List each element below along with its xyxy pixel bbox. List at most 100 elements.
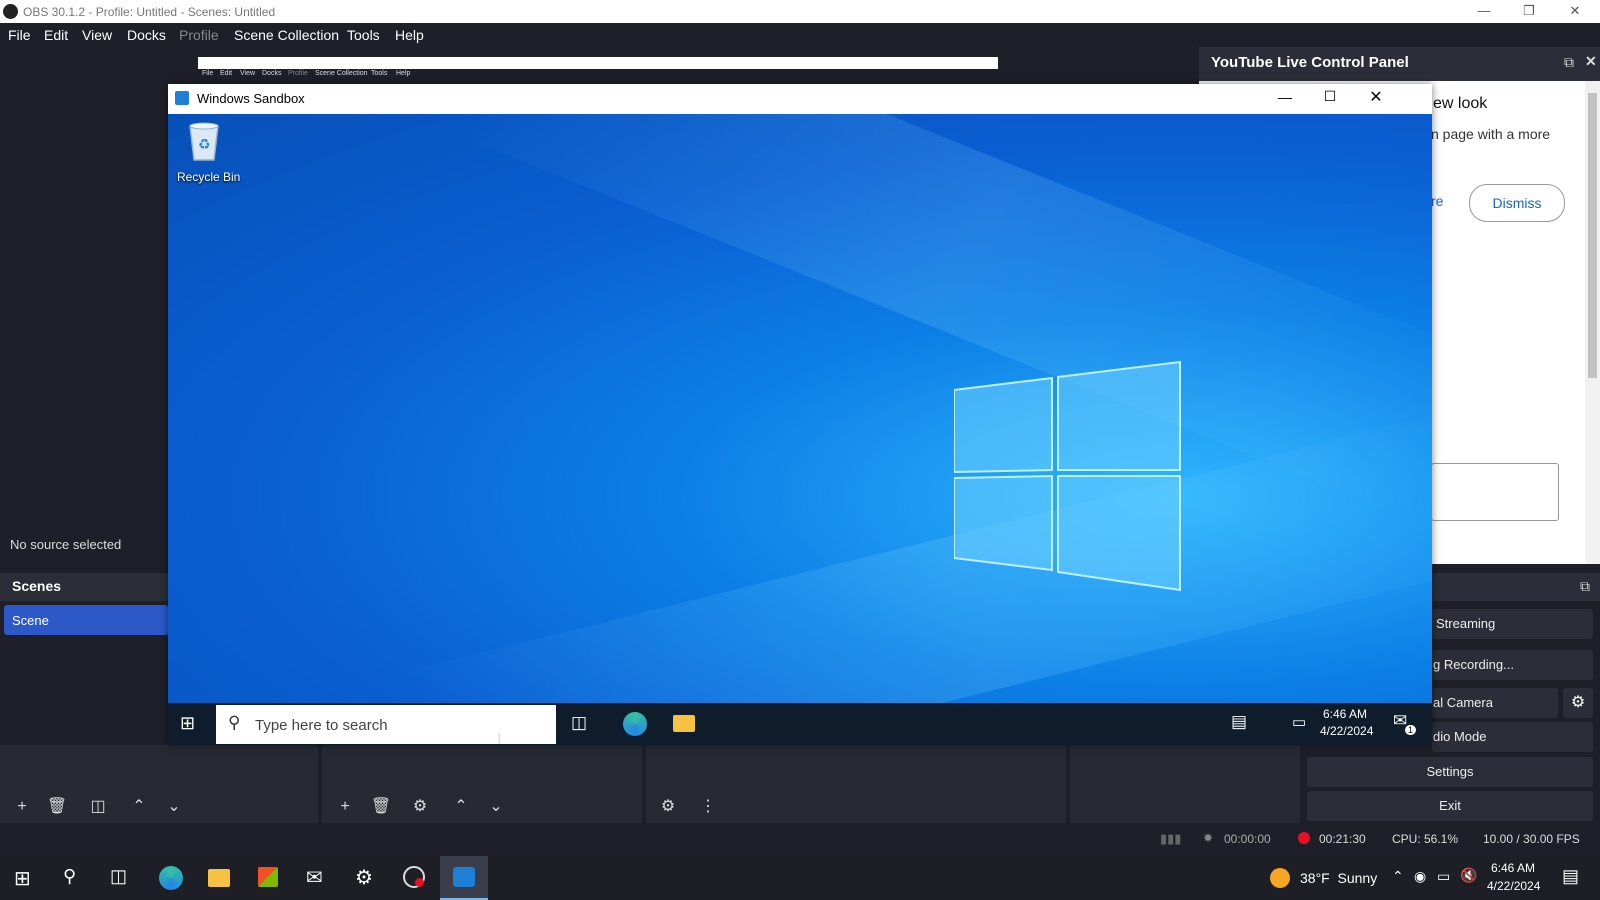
preview-capture-titlebar: [198, 57, 998, 69]
edge-icon[interactable]: [623, 712, 647, 736]
sandbox-taskbar: ⊞ ⚲ Type here to search ◫ ▤ ▭ 6:46 AM 4/…: [168, 703, 1432, 745]
sandbox-minimize-button[interactable]: —: [1270, 89, 1300, 109]
menu-edit[interactable]: Edit: [44, 27, 68, 43]
fps-readout: 10.00 / 30.00 FPS: [1483, 832, 1580, 846]
dismiss-button[interactable]: Dismiss: [1469, 184, 1565, 222]
preview-menu-scene-collection: Scene Collection: [315, 70, 368, 77]
float-dock-icon[interactable]: ⧉: [1564, 54, 1574, 71]
menu-view[interactable]: View: [82, 27, 112, 43]
stream-status-icon: ✸: [1203, 831, 1214, 845]
sandbox-start-icon[interactable]: ⊞: [180, 713, 195, 734]
host-start-icon[interactable]: ⊞: [14, 866, 31, 891]
preview-menu-view: View: [240, 70, 256, 77]
mail-icon[interactable]: ✉: [306, 865, 323, 890]
sandbox-close-button[interactable]: ✕: [1361, 87, 1391, 107]
streaming-label: Streaming: [1436, 616, 1496, 631]
menu-scene-collection[interactable]: Scene Collection: [234, 27, 339, 43]
youtube-learn-more-link[interactable]: re: [1431, 193, 1443, 209]
recording-label: g Recording...: [1433, 657, 1514, 672]
recycle-bin-icon[interactable]: ♻: [185, 120, 223, 162]
close-button[interactable]: ✕: [1555, 2, 1595, 22]
recycle-bin-label[interactable]: Recycle Bin: [177, 170, 240, 184]
sandbox-search-box[interactable]: ⚲ Type here to search: [216, 705, 556, 744]
sandbox-title-bar: Windows Sandbox — ☐ ✕: [168, 84, 1432, 114]
file-explorer-icon[interactable]: [673, 715, 695, 732]
host-task-view-icon[interactable]: ◫: [110, 866, 127, 887]
preview-menu-tools: Tools: [371, 70, 388, 77]
move-scene-up-button[interactable]: ⌃: [124, 794, 154, 820]
host-clock-date[interactable]: 4/22/2024: [1487, 879, 1540, 893]
svg-text:♻: ♻: [198, 137, 211, 153]
scenes-title: Scenes: [12, 578, 62, 594]
youtube-input-box[interactable]: [1431, 463, 1559, 521]
preview-menu-docks: Docks: [262, 70, 282, 77]
status-bar: ▮▮▮ ✸ 00:00:00 00:21:30 CPU: 56.1% 10.00…: [0, 827, 1600, 851]
obs-recording-dot-icon: [415, 878, 424, 887]
obs-taskbar-icon[interactable]: [403, 866, 425, 888]
news-icon[interactable]: ▤: [1231, 712, 1247, 732]
tray-chevron-icon[interactable]: ⌃: [1392, 868, 1404, 885]
host-search-icon[interactable]: ⚲: [63, 866, 76, 887]
menu-file[interactable]: File: [8, 27, 31, 43]
add-scene-button[interactable]: +: [7, 794, 37, 820]
restore-button[interactable]: ❐: [1509, 2, 1549, 22]
youtube-description: n page with a more: [1431, 126, 1551, 142]
menu-bar: File Edit View Docks Profile Scene Colle…: [0, 23, 1600, 47]
preview-menu-file: File: [202, 70, 214, 77]
settings-gear-icon[interactable]: ⚙: [355, 865, 373, 890]
weather-text[interactable]: 38°F Sunny: [1300, 870, 1377, 886]
no-source-selected-label: No source selected: [10, 537, 122, 552]
host-sandbox-taskbar-button[interactable]: [440, 856, 488, 900]
tray-network-icon[interactable]: ▭: [1437, 868, 1450, 885]
tray-app-icon[interactable]: ◉: [1414, 868, 1426, 885]
microsoft-store-icon[interactable]: [258, 867, 278, 887]
scrollbar-thumb[interactable]: [1588, 93, 1597, 378]
float-controls-icon[interactable]: ⧉: [1580, 578, 1590, 595]
move-source-up-button[interactable]: ⌃: [446, 794, 476, 820]
start-recording-button[interactable]: g Recording...: [1432, 650, 1593, 680]
host-clock-time[interactable]: 6:46 AM: [1491, 861, 1535, 875]
search-placeholder: Type here to search: [255, 717, 388, 734]
start-virtual-camera-button[interactable]: al Camera: [1432, 688, 1558, 718]
sandbox-clock-time[interactable]: 6:46 AM: [1323, 707, 1367, 721]
virtual-camera-settings-icon[interactable]: ⚙: [1563, 688, 1593, 718]
close-dock-icon[interactable]: ✕: [1585, 53, 1597, 70]
menu-profile[interactable]: Profile: [179, 27, 219, 43]
task-view-icon[interactable]: ◫: [571, 713, 587, 733]
text-cursor-icon: I: [497, 731, 502, 748]
menu-tools[interactable]: Tools: [347, 27, 380, 43]
host-file-explorer-icon[interactable]: [208, 869, 230, 887]
remove-scene-button[interactable]: 🗑: [42, 794, 72, 820]
sandbox-app-icon: [175, 91, 189, 105]
exit-button[interactable]: Exit: [1307, 791, 1593, 821]
host-edge-icon[interactable]: [159, 866, 183, 890]
virtual-camera-label: al Camera: [1433, 695, 1493, 710]
sandbox-clock-date[interactable]: 4/22/2024: [1320, 724, 1373, 738]
obs-logo-icon: [3, 4, 18, 19]
youtube-panel-scrollbar[interactable]: [1585, 81, 1600, 564]
menu-docks[interactable]: Docks: [127, 27, 166, 43]
notification-badge: 1: [1405, 725, 1417, 735]
window-title: OBS 30.1.2 - Profile: Untitled - Scenes:…: [23, 5, 276, 19]
tray-volume-icon[interactable]: 🔇: [1460, 867, 1477, 884]
studio-mode-button[interactable]: dio Mode: [1432, 722, 1593, 752]
move-scene-down-button[interactable]: ⌄: [159, 794, 189, 820]
remove-source-button[interactable]: 🗑: [366, 794, 396, 820]
network-signal-icon: ▮▮▮: [1160, 831, 1182, 846]
menu-help[interactable]: Help: [395, 27, 424, 43]
sandbox-taskbar-icon: [453, 867, 475, 887]
advanced-audio-button[interactable]: ⚙: [653, 794, 683, 820]
sandbox-maximize-button[interactable]: ☐: [1315, 88, 1345, 108]
network-icon[interactable]: ▭: [1292, 713, 1306, 731]
start-streaming-button[interactable]: Streaming: [1432, 609, 1593, 639]
add-source-button[interactable]: +: [330, 794, 360, 820]
source-properties-button[interactable]: ⚙: [405, 794, 435, 820]
minimize-button[interactable]: —: [1464, 2, 1504, 22]
audio-menu-button[interactable]: ⋮: [693, 794, 723, 820]
host-notifications-icon[interactable]: ▤: [1562, 866, 1579, 887]
weather-sun-icon[interactable]: [1270, 868, 1290, 888]
cpu-usage: CPU: 56.1%: [1392, 832, 1459, 846]
settings-button[interactable]: Settings: [1307, 757, 1593, 787]
move-source-down-button[interactable]: ⌄: [481, 794, 511, 820]
scene-filters-button[interactable]: ◫: [83, 794, 113, 820]
